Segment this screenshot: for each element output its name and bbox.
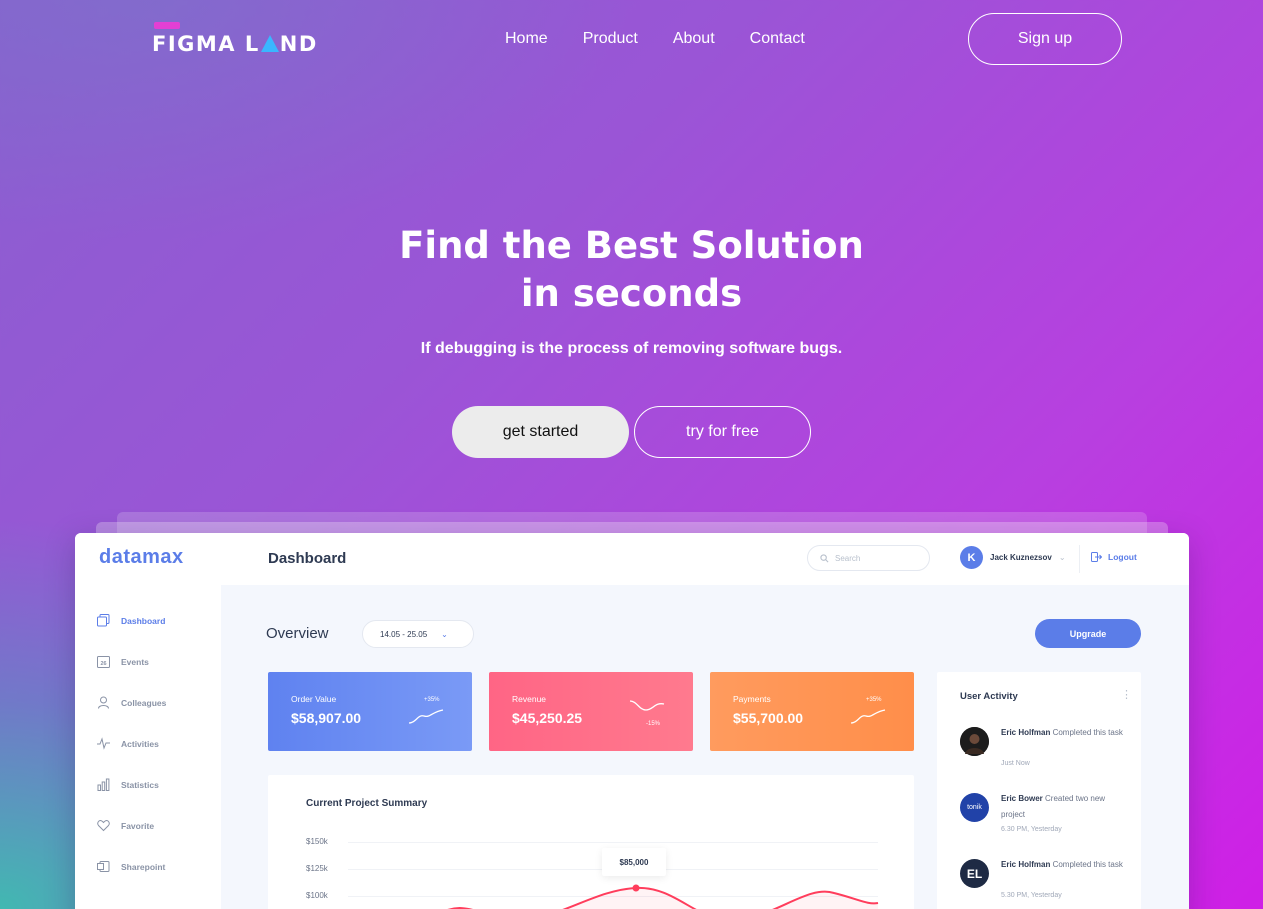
trend-up-icon xyxy=(850,709,886,724)
chevron-down-icon: ⌄ xyxy=(441,629,448,639)
dashboard-title: Dashboard xyxy=(268,550,347,567)
card-value: $58,907.00 xyxy=(291,710,362,726)
card-change: +35% xyxy=(424,697,440,703)
logout-label: Logout xyxy=(1108,552,1137,562)
nav-contact[interactable]: Contact xyxy=(750,30,805,48)
activity-text: Eric Bower Created two new project xyxy=(1001,791,1131,823)
upgrade-button[interactable]: Upgrade xyxy=(1035,619,1141,648)
project-summary-panel: Current Project Summary $150k $125k $100… xyxy=(268,775,914,909)
more-vertical-icon[interactable]: ⋮ xyxy=(1121,688,1132,701)
calendar-day: 26 xyxy=(100,661,106,667)
datamax-logo[interactable]: datamax xyxy=(99,546,184,569)
dashboard-header: datamax Dashboard Search K Jack Kuznezso… xyxy=(75,533,1189,585)
activity-user: Eric Holfman xyxy=(1001,860,1051,869)
revenue-card[interactable]: Revenue $45,250.25 -15% xyxy=(489,672,693,751)
datamax-logo-text: datamax xyxy=(99,546,184,568)
sidebar-item-statistics[interactable]: Statistics xyxy=(97,778,159,791)
sidebar-item-label: Dashboard xyxy=(121,615,166,626)
user-name: Jack Kuznezsov xyxy=(990,553,1052,562)
chart-icon xyxy=(97,778,110,791)
hero-subtitle: If debugging is the process of removing … xyxy=(420,340,843,357)
sidebar-item-sharepoint[interactable]: Sharepoint xyxy=(97,860,165,873)
sidebar-item-dashboard[interactable]: Dashboard xyxy=(97,614,165,627)
chevron-down-icon: ⌄ xyxy=(1058,553,1066,562)
chart-highlight-point[interactable] xyxy=(632,884,640,892)
card-value: $45,250.25 xyxy=(512,710,583,726)
try-free-button[interactable]: try for free xyxy=(634,406,811,458)
activity-time: 6.30 PM, Yesterday xyxy=(1001,826,1062,833)
user-avatar: K xyxy=(960,546,983,569)
sidebar-item-label: Statistics xyxy=(121,779,159,790)
nav-home[interactable]: Home xyxy=(505,30,548,48)
get-started-button[interactable]: get started xyxy=(452,406,629,458)
dashboard-sidebar: Dashboard 26 Events Colleagues Activitie… xyxy=(75,585,221,909)
logo-text: FIGMA L ND xyxy=(152,32,318,56)
nav-product[interactable]: Product xyxy=(583,30,638,48)
logout-button[interactable]: Logout xyxy=(1091,552,1137,562)
card-label: Revenue xyxy=(512,694,547,704)
activity-action: Completed this task xyxy=(1052,860,1123,869)
card-label: Payments xyxy=(733,694,771,704)
order-value-card[interactable]: Order Value $58,907.00 +35% xyxy=(268,672,472,751)
activity-avatar xyxy=(960,727,989,756)
nav-about[interactable]: About xyxy=(673,30,715,48)
activity-avatar: EL xyxy=(960,859,989,888)
activity-text: Eric Holfman Completed this task xyxy=(1001,857,1131,873)
sidebar-item-label: Favorite xyxy=(121,820,155,831)
user-menu[interactable]: K Jack Kuznezsov ⌄ xyxy=(960,546,1066,569)
user-activity-panel: User Activity ⋮ Eric Holfman Completed t… xyxy=(937,672,1141,909)
pulse-icon xyxy=(97,737,110,750)
activity-user: Eric Bower xyxy=(1001,794,1043,803)
activity-user: Eric Holfman xyxy=(1001,728,1051,737)
logout-icon xyxy=(1091,552,1102,562)
hero-title-line1: Find the Best Solution xyxy=(399,224,864,267)
person-photo-icon xyxy=(960,727,989,756)
calendar-icon: 26 xyxy=(97,656,110,668)
hero-title: Find the Best Solution in seconds xyxy=(0,222,1263,318)
trend-up-icon xyxy=(408,709,444,724)
header-divider xyxy=(1079,545,1080,573)
heart-icon xyxy=(97,820,110,832)
activity-action: Completed this task xyxy=(1052,728,1123,737)
signup-button[interactable]: Sign up xyxy=(968,13,1122,65)
sidebar-item-label: Activities xyxy=(121,738,159,749)
date-range-select[interactable]: 14.05 - 25.05 ⌄ xyxy=(362,620,474,648)
card-change: -15% xyxy=(646,721,661,727)
card-value: $55,700.00 xyxy=(733,710,804,726)
sidebar-item-label: Events xyxy=(121,656,149,667)
payments-card[interactable]: Payments $55,700.00 +35% xyxy=(710,672,914,751)
search-icon xyxy=(820,553,829,562)
hero-title-line2: in seconds xyxy=(520,272,743,315)
sidebar-item-label: Colleagues xyxy=(121,697,167,708)
trend-down-icon xyxy=(629,700,665,711)
activity-avatar: tonik xyxy=(960,793,989,822)
main-nav: Home Product About Contact xyxy=(505,30,840,48)
sidebar-item-colleagues[interactable]: Colleagues xyxy=(97,696,166,709)
sidebar-item-favorite[interactable]: Favorite xyxy=(97,819,154,832)
sidebar-item-events[interactable]: 26 Events xyxy=(97,655,149,668)
summary-line-chart xyxy=(448,884,879,909)
user-icon xyxy=(98,696,109,709)
chart-tooltip: $85,000 xyxy=(602,848,666,876)
dashboard-search[interactable]: Search xyxy=(807,545,930,571)
share-icon xyxy=(97,861,110,872)
activity-time: Just Now xyxy=(1001,760,1030,767)
dashboard-preview: datamax Dashboard Search K Jack Kuznezso… xyxy=(75,533,1189,909)
dashboard-icon xyxy=(97,614,110,627)
date-range-value: 14.05 - 25.05 xyxy=(380,629,428,639)
activity-time: 5.30 PM, Yesterday xyxy=(1001,892,1062,899)
overview-title: Overview xyxy=(266,625,329,642)
logo-badge xyxy=(154,22,180,29)
sidebar-item-label: Sharepoint xyxy=(121,861,166,872)
card-label: Order Value xyxy=(291,694,337,704)
activity-title: User Activity xyxy=(960,691,1018,702)
sidebar-item-activities[interactable]: Activities xyxy=(97,737,159,750)
activity-text: Eric Holfman Completed this task xyxy=(1001,725,1131,741)
card-change: +35% xyxy=(866,697,882,703)
search-placeholder: Search xyxy=(835,553,861,563)
